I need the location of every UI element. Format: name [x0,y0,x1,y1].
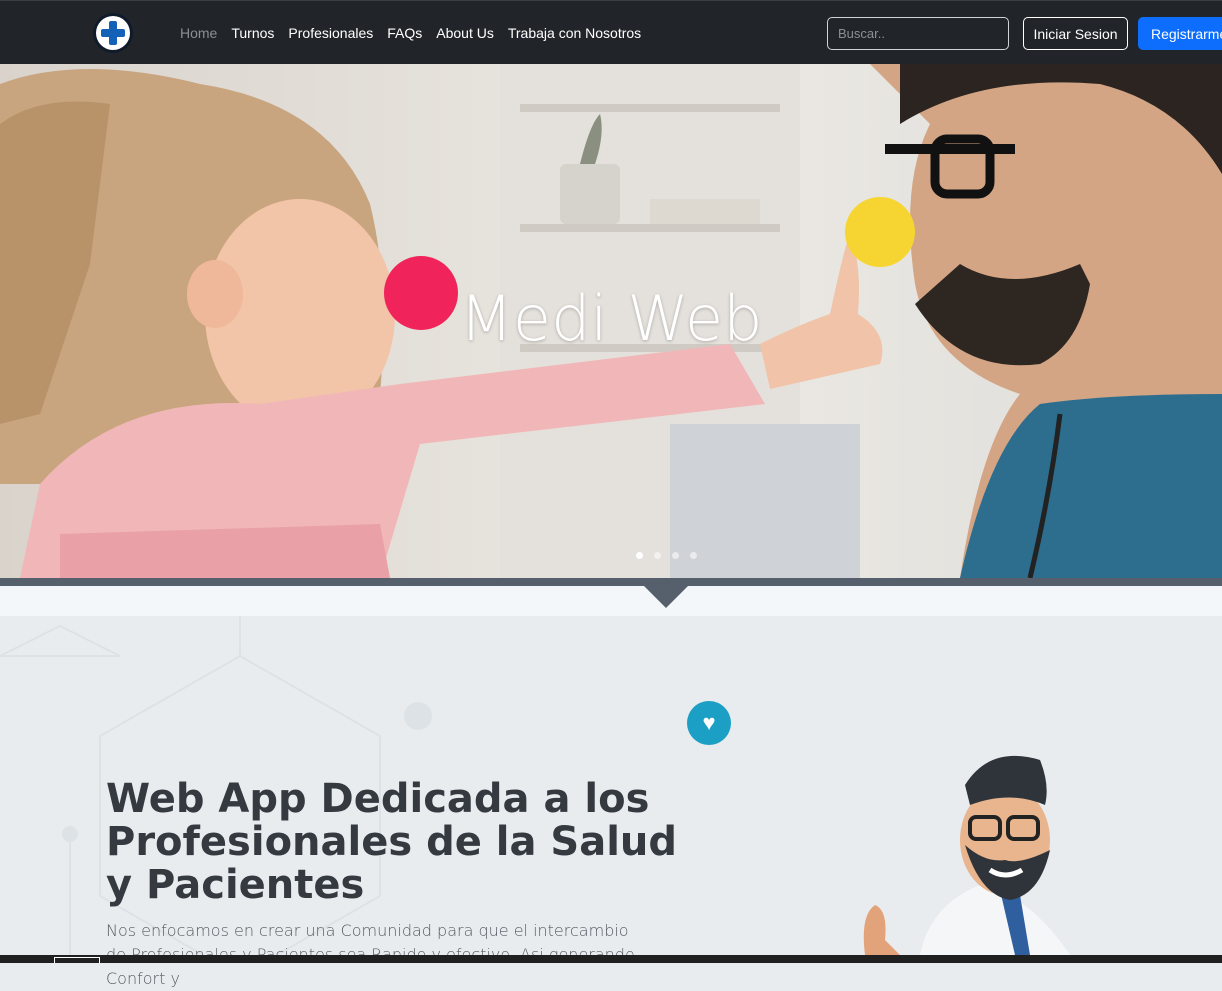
section-divider [0,578,1222,586]
logo-cross-shape [96,16,130,50]
carousel-indicator-1[interactable] [636,552,643,559]
divider-notch [644,586,688,608]
nav-link-turnos[interactable]: Turnos [231,25,274,41]
doctor-cartoon-image [863,755,1070,955]
navbar: Home Turnos Profesionales FAQs About Us … [0,0,1222,64]
bottom-tab[interactable] [54,957,100,963]
medical-cross-logo-icon[interactable] [93,13,133,53]
search-input[interactable] [827,17,1009,50]
bottom-bar [0,955,1222,963]
nav-link-about-us[interactable]: About Us [436,25,494,41]
hero-carousel[interactable]: Medi Web [0,64,1222,578]
nav-link-trabaja-con-nosotros[interactable]: Trabaja con Nosotros [508,25,641,41]
nav-links: Home Turnos Profesionales FAQs About Us … [180,25,641,41]
heart-icon: ♥ [687,701,731,745]
nav-link-faqs[interactable]: FAQs [387,25,422,41]
register-button[interactable]: Registrarme [1138,17,1222,50]
main-headline: Web App Dedicada a los Profesionales de … [106,776,678,908]
nav-link-home[interactable]: Home [180,25,217,41]
carousel-indicator-3[interactable] [672,552,679,559]
hero-title: Medi Web [459,282,763,355]
carousel-indicator-4[interactable] [690,552,697,559]
nav-link-profesionales[interactable]: Profesionales [288,25,373,41]
carousel-indicator-2[interactable] [654,552,661,559]
login-button[interactable]: Iniciar Sesion [1023,17,1128,50]
carousel-indicators [636,552,697,559]
divider-stripe [0,586,1222,616]
